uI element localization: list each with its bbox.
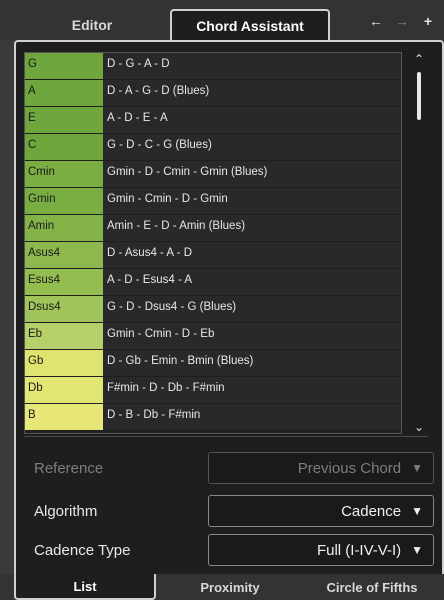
- chord-row[interactable]: Gmin Gmin - Cmin - D - Gmin: [25, 188, 401, 215]
- chord-name: Esus4: [25, 269, 103, 295]
- chord-row[interactable]: GD - G - A - D: [25, 53, 401, 80]
- scrollbar-thumb[interactable]: [417, 72, 421, 120]
- chord-progression: A - D - Esus4 - A: [103, 269, 401, 295]
- top-tab-bar: Editor Chord Assistant ← → +: [0, 0, 444, 41]
- chord-suggestion-list: GD - G - A - DAD - A - G - D (Blues) E A -…: [24, 52, 402, 434]
- dropdown-caret-icon: ▼: [411, 504, 423, 518]
- chord-name: G: [25, 53, 103, 79]
- arrow-left-icon[interactable]: ←: [368, 12, 384, 30]
- chord-progression: A - D - E - A: [103, 107, 401, 133]
- tab-chord-assistant[interactable]: Chord Assistant: [170, 9, 330, 41]
- chord-progression: G - D - Dsus4 - G (Blues): [103, 296, 401, 322]
- chord-progression: Gmin - Cmin - D - Eb: [103, 323, 401, 349]
- chord-progression: Gmin - D - Cmin - Gmin (Blues): [103, 161, 401, 187]
- dropdown-caret-icon: ▼: [411, 461, 423, 475]
- chord-progression: Gmin - Cmin - D - Gmin: [103, 188, 401, 214]
- plus-icon[interactable]: +: [420, 12, 436, 30]
- chord-row[interactable]: Db F#min - D - Db - F#min: [25, 377, 401, 404]
- chord-name: C: [25, 134, 103, 160]
- chord-name: Cmin: [25, 161, 103, 187]
- chord-row[interactable]: Gb D - Gb - Emin - Bmin (Blues): [25, 350, 401, 377]
- chord-progression: G - D - C - G (Blues): [103, 134, 401, 160]
- chord-row[interactable]: Eb Gmin - Cmin - D - Eb: [25, 323, 401, 350]
- tab-list[interactable]: List: [14, 574, 156, 600]
- chord-name: Eb: [25, 323, 103, 349]
- dropdown-caret-icon: ▼: [411, 543, 423, 557]
- reference-value: Previous Chord: [297, 459, 402, 477]
- chord-name: Gmin: [25, 188, 103, 214]
- chord-progression: D - B - Db - F#min: [103, 404, 401, 430]
- chord-assistant-panel: GD - G - A - DAD - A - G - D (Blues) E A -…: [14, 40, 444, 580]
- header-buttons: ← → +: [368, 12, 436, 30]
- bottom-tab-bar: List Proximity Circle of Fifths: [0, 574, 444, 600]
- algorithm-value: Cadence: [341, 502, 402, 520]
- chord-name: E: [25, 107, 103, 133]
- tab-proximity[interactable]: Proximity: [160, 574, 300, 600]
- chord-row[interactable]: BD - B - Db - F#min: [25, 404, 401, 431]
- tab-circle-of-fifths[interactable]: Circle of Fifths: [300, 574, 444, 600]
- chord-name: Asus4: [25, 242, 103, 268]
- chord-name: Amin: [25, 215, 103, 241]
- chord-row[interactable]: AD - A - G - D (Blues): [25, 80, 401, 107]
- chord-progression: F#min - D - Db - F#min: [103, 377, 401, 403]
- chord-name: A: [25, 80, 103, 106]
- reference-label: Reference: [34, 460, 104, 477]
- chord-row[interactable]: Asus4 D - Asus4 - A - D: [25, 242, 401, 269]
- cadence-type-select[interactable]: Full (I-IV-V-I) ▼: [208, 534, 434, 566]
- divider: [24, 436, 428, 437]
- scroll-down-icon[interactable]: ⌄: [412, 420, 426, 434]
- chord-progression: D - Gb - Emin - Bmin (Blues): [103, 350, 401, 376]
- reference-select[interactable]: Previous Chord ▼: [208, 452, 434, 484]
- chord-name: Gb: [25, 350, 103, 376]
- chord-row[interactable]: Amin Amin - E - D - Amin (Blues): [25, 215, 401, 242]
- chord-name: B: [25, 404, 103, 430]
- chord-row[interactable]: Esus4 A - D - Esus4 - A: [25, 269, 401, 296]
- chord-row[interactable]: CG - D - C - G (Blues): [25, 134, 401, 161]
- list-scrollbar[interactable]: ⌃ ⌄: [412, 52, 426, 434]
- chord-row[interactable]: Cmin Gmin - D - Cmin - Gmin (Blues): [25, 161, 401, 188]
- chord-progression: Amin - E - D - Amin (Blues): [103, 215, 401, 241]
- chord-name: Db: [25, 377, 103, 403]
- chord-name: Dsus4: [25, 296, 103, 322]
- arrow-right-icon[interactable]: →: [394, 12, 410, 30]
- chord-progression: D - G - A - D: [103, 53, 401, 79]
- chord-progression: D - Asus4 - A - D: [103, 242, 401, 268]
- scroll-up-icon[interactable]: ⌃: [412, 52, 426, 66]
- algorithm-label: Algorithm: [34, 503, 98, 520]
- tab-editor[interactable]: Editor: [14, 10, 170, 40]
- cadence-type-label: Cadence Type: [34, 542, 131, 559]
- chord-row[interactable]: EA - D - E - A: [25, 107, 401, 134]
- cadence-type-value: Full (I-IV-V-I): [316, 541, 402, 559]
- algorithm-select[interactable]: Cadence ▼: [208, 495, 434, 527]
- chord-progression: D - A - G - D (Blues): [103, 80, 401, 106]
- chord-row[interactable]: Dsus4 G - D - Dsus4 - G (Blues): [25, 296, 401, 323]
